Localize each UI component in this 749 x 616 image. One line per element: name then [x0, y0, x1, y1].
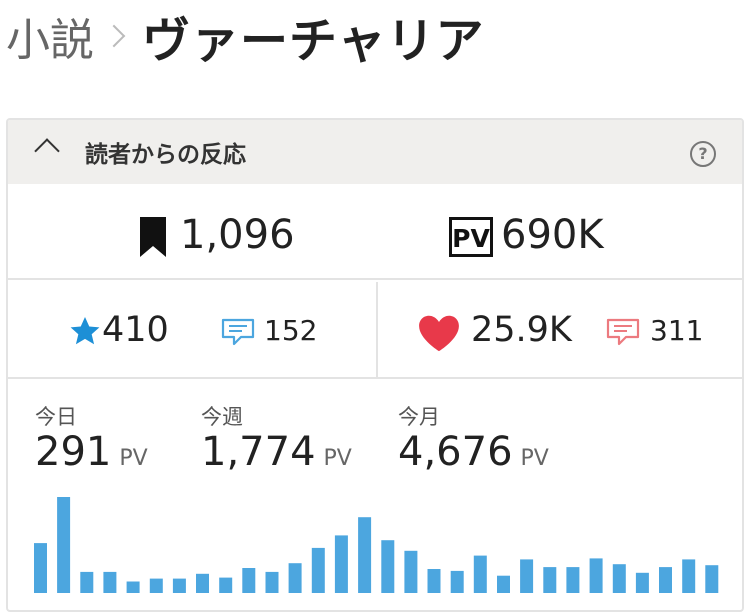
reactions-row: 410 152 25.9K 311	[8, 282, 742, 379]
breadcrumb: 小説 ヴァーチャリア	[6, 4, 485, 69]
daily-pv-bar	[450, 570, 464, 593]
daily-pv-bar	[80, 571, 94, 593]
daily-pv-bar	[242, 568, 256, 593]
daily-pv-bar	[427, 569, 441, 593]
daily-pv-bar	[612, 564, 626, 593]
daily-pv-bar	[543, 567, 557, 593]
heart-count: 25.9K	[471, 310, 572, 350]
chevron-up-icon[interactable]	[34, 138, 60, 164]
pv-total-count: 690K	[501, 212, 604, 258]
daily-pv-bar	[219, 577, 233, 593]
episode-comment-count: 311	[650, 314, 704, 347]
star-icon	[70, 317, 100, 345]
daily-pv-bar	[149, 578, 163, 593]
daily-pv-bar	[635, 572, 649, 593]
daily-pv-bar	[705, 565, 719, 593]
daily-pv-bar	[334, 535, 348, 593]
bookmark-count: 1,096	[180, 212, 295, 258]
divider	[376, 282, 378, 377]
daily-pv-bar	[473, 555, 487, 593]
daily-pv-bar	[265, 571, 279, 593]
daily-pv-bar	[404, 550, 418, 593]
page-title: ヴァーチャリア	[142, 13, 485, 69]
daily-pv-bar	[497, 575, 510, 593]
daily-pv-bar	[659, 567, 672, 593]
daily-pv-bar	[589, 558, 603, 593]
pv-icon: PV	[449, 217, 493, 257]
review-comment-count: 152	[264, 314, 318, 347]
panel-header[interactable]: 読者からの反応 ?	[8, 120, 742, 184]
totals-row: 1,096 PV 690K	[8, 184, 742, 280]
daily-pv-bar	[381, 540, 395, 593]
bookmark-icon	[140, 217, 166, 257]
pv-stats-section: 今日 291 PV 今週 1,774 PV 今月 4,676 PV	[8, 379, 742, 610]
daily-pv-bar	[103, 571, 117, 593]
star-count: 410	[102, 310, 169, 350]
daily-pv-bar	[311, 547, 325, 593]
review-comment-icon[interactable]	[221, 318, 255, 346]
chevron-right-icon	[102, 24, 126, 48]
pv-icon-label: PV	[452, 224, 490, 253]
daily-pv-chart	[34, 497, 719, 593]
daily-pv-bar	[682, 559, 696, 593]
reader-reactions-panel: 読者からの反応 ? 1,096 PV 690K 410 152 25.9K 31…	[6, 118, 744, 612]
daily-pv-bar	[34, 543, 47, 593]
daily-pv-bar	[520, 559, 534, 593]
daily-pv-bar	[172, 578, 186, 593]
daily-pv-bar	[196, 573, 209, 593]
daily-pv-bar	[358, 517, 372, 593]
daily-pv-bar	[57, 497, 71, 593]
heart-icon	[419, 315, 459, 352]
breadcrumb-parent-link[interactable]: 小説	[6, 4, 94, 68]
daily-pv-bar	[288, 563, 302, 593]
daily-pv-bar	[566, 567, 580, 593]
panel-title: 読者からの反応	[85, 142, 246, 168]
daily-pv-bar	[126, 581, 140, 593]
episode-comment-icon[interactable]	[606, 318, 640, 346]
help-icon[interactable]: ?	[690, 141, 716, 167]
